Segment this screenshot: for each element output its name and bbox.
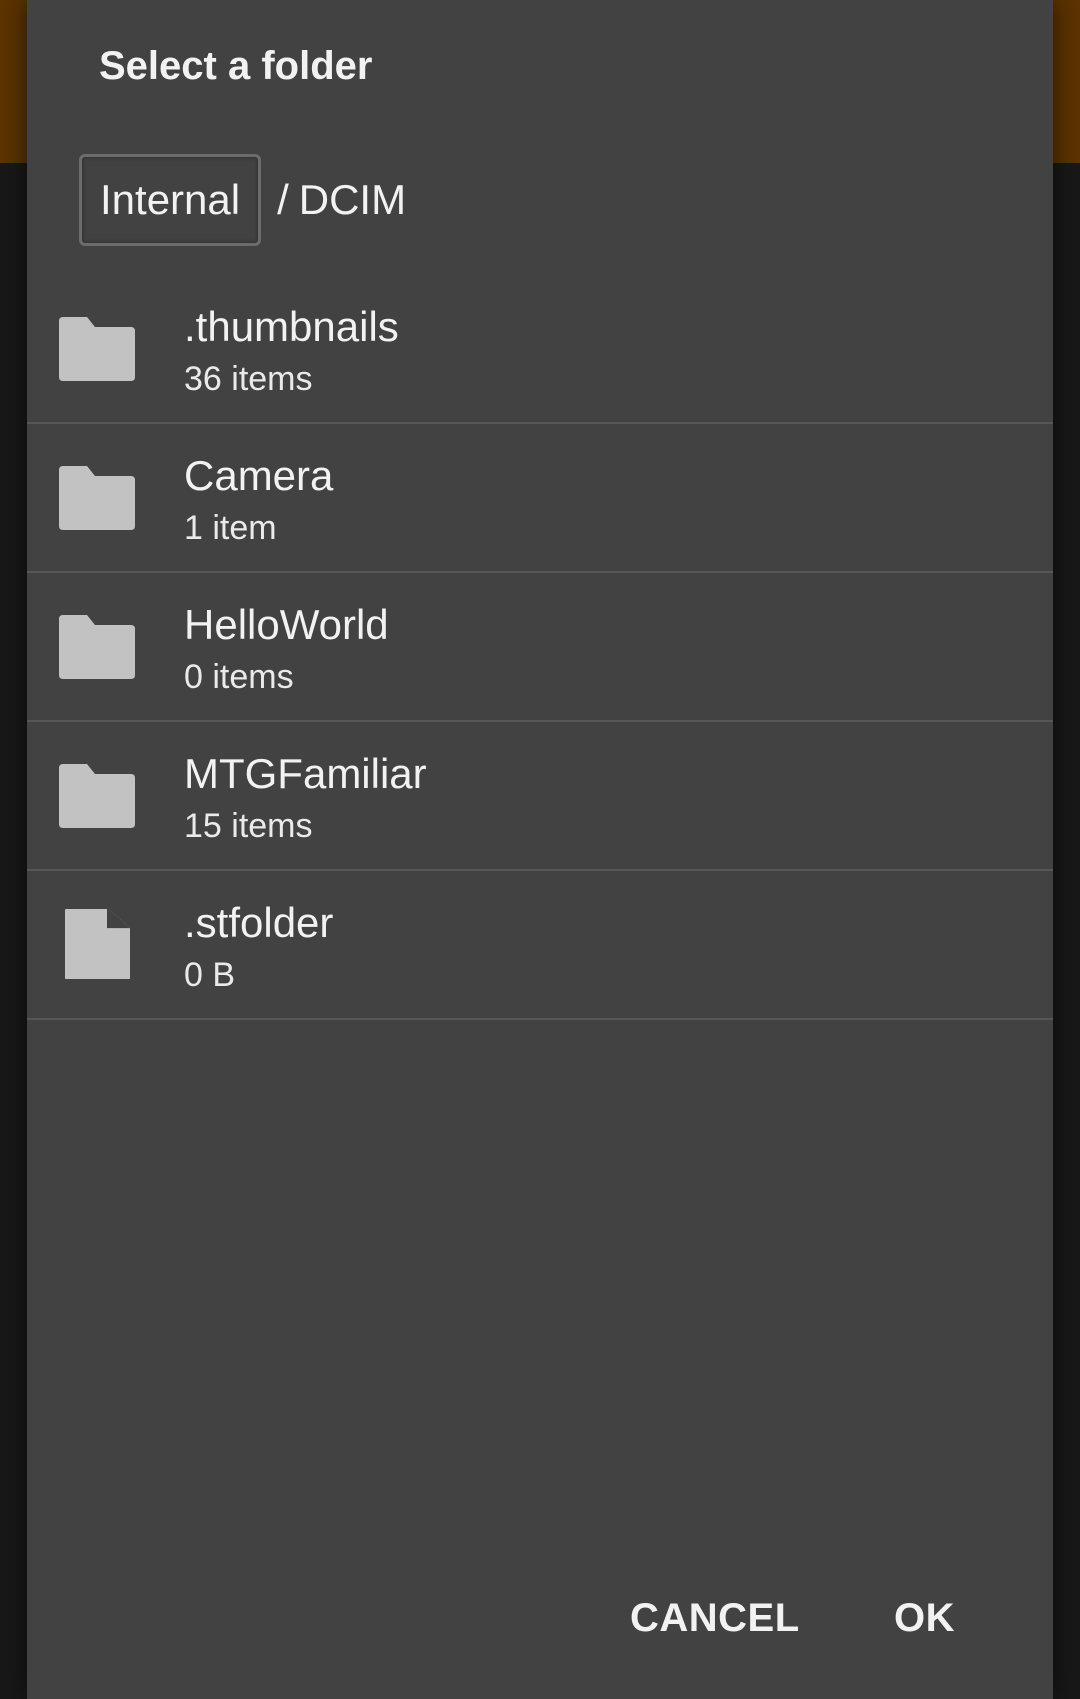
ok-button[interactable]: OK xyxy=(894,1590,955,1646)
breadcrumb-root-button[interactable]: Internal xyxy=(79,154,262,246)
list-item-name: Camera xyxy=(184,452,334,499)
list-item-mtgfamiliar[interactable]: MTGFamiliar 15 items xyxy=(27,722,1053,871)
list-item-thumbnails[interactable]: .thumbnails 36 items xyxy=(27,275,1053,424)
breadcrumb-separator: / xyxy=(277,176,289,223)
list-item-helloworld[interactable]: HelloWorld 0 items xyxy=(27,573,1053,722)
folder-icon xyxy=(57,760,137,830)
list-item-stfolder[interactable]: .stfolder 0 B xyxy=(27,871,1053,1020)
list-item-meta: 36 items xyxy=(184,360,313,398)
cancel-button[interactable]: CANCEL xyxy=(630,1590,800,1646)
breadcrumb-current[interactable]: DCIM xyxy=(299,176,406,224)
list-item-meta: 0 B xyxy=(184,956,236,994)
dialog-actions: CANCEL OK xyxy=(27,1590,1053,1646)
list-item-camera[interactable]: Camera 1 item xyxy=(27,424,1053,573)
list-item-meta: 0 items xyxy=(184,658,294,696)
list-item-meta: 1 item xyxy=(184,509,277,547)
folder-icon xyxy=(57,313,137,383)
file-icon xyxy=(57,909,137,979)
list-item-name: HelloWorld xyxy=(184,601,389,648)
list-item-name: .stfolder xyxy=(184,899,334,946)
dialog-title: Select a folder xyxy=(99,44,373,88)
select-folder-dialog: Select a folder Internal / DCIM .thumbna… xyxy=(27,0,1053,1699)
folder-icon xyxy=(57,462,137,532)
folder-icon xyxy=(57,611,137,681)
breadcrumb: Internal / DCIM xyxy=(79,152,406,248)
list-item-meta: 15 items xyxy=(184,807,313,845)
file-list: .thumbnails 36 items Camera 1 item Hello… xyxy=(27,275,1053,1020)
list-item-name: .thumbnails xyxy=(184,303,399,350)
list-item-name: MTGFamiliar xyxy=(184,750,427,797)
